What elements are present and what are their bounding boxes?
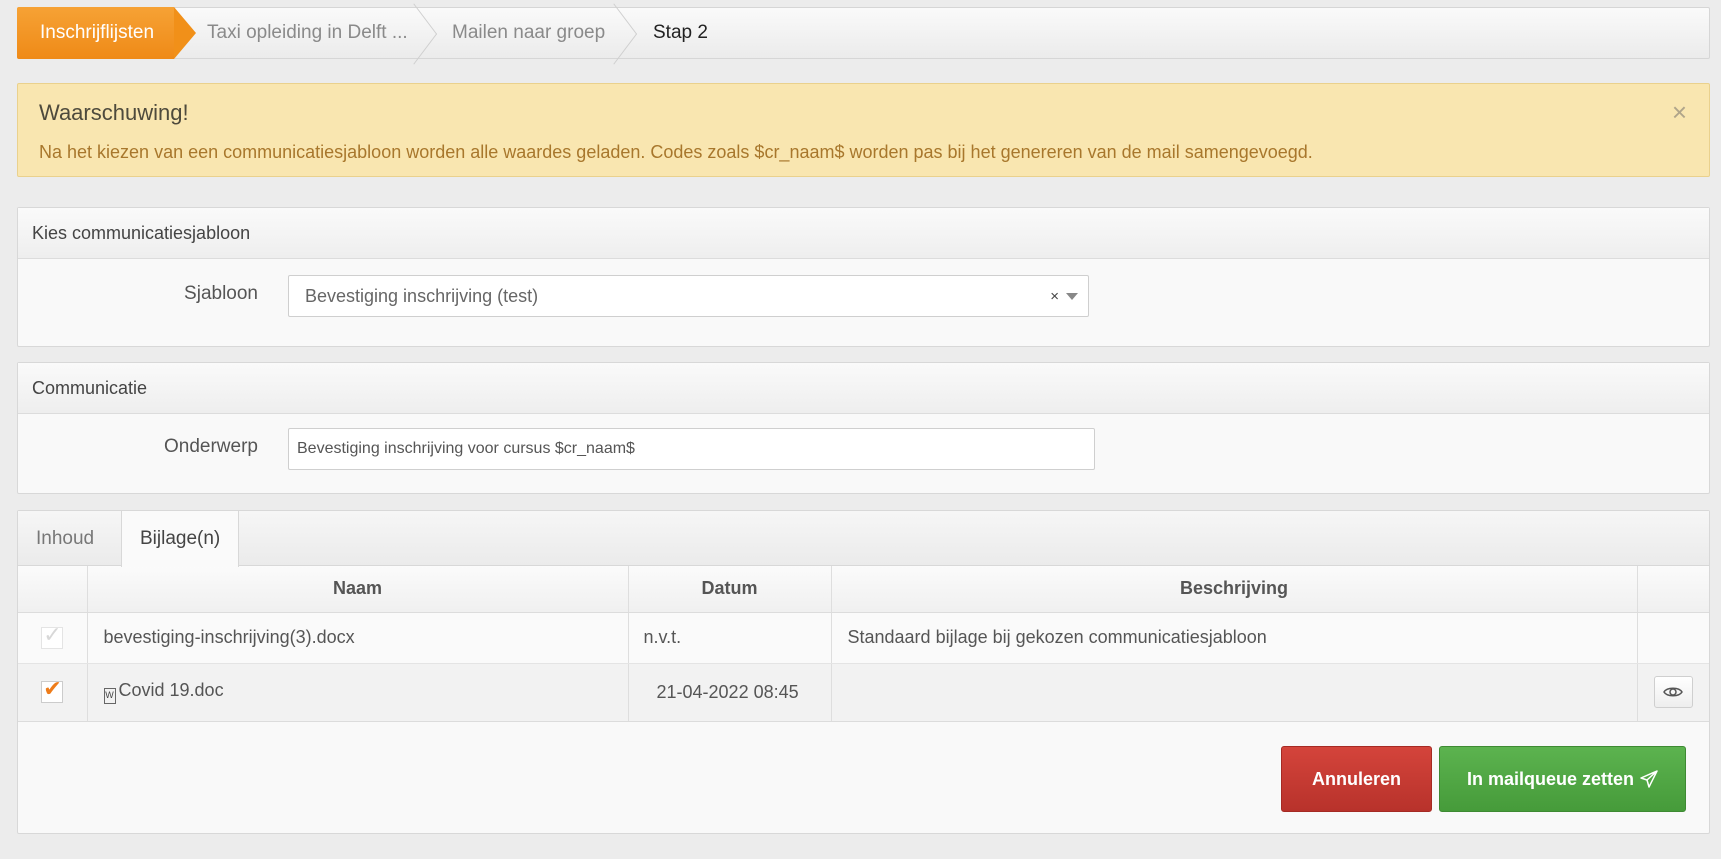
panel-title: Communicatie xyxy=(18,363,1709,414)
check-icon: ✔ xyxy=(43,676,62,702)
panel-title: Kies communicatiesjabloon xyxy=(18,208,1709,259)
attachments-table: Naam Datum Beschrijving ✓ bevestiging-in… xyxy=(18,566,1709,722)
paper-plane-icon xyxy=(1640,770,1658,788)
template-selected-value: Bevestiging inschrijving (test) xyxy=(305,285,539,306)
breadcrumb-label: Mailen naar groep xyxy=(452,22,606,43)
breadcrumb-label: Stap 2 xyxy=(653,22,708,43)
preview-button[interactable] xyxy=(1653,676,1693,708)
breadcrumb-label: Inschrijflijsten xyxy=(40,22,155,43)
communication-panel: Communicatie Onderwerp Bevestiging insch… xyxy=(17,362,1710,494)
tab-bijlagen[interactable]: Bijlage(n) xyxy=(121,511,239,567)
attachment-date: 21-04-2022 08:45 xyxy=(628,663,832,722)
add-to-mailqueue-button[interactable]: In mailqueue zetten xyxy=(1439,746,1686,812)
column-header-naam: Naam xyxy=(87,566,629,613)
warning-alert: Waarschuwing! Na het kiezen van een comm… xyxy=(17,83,1710,177)
close-icon[interactable]: × xyxy=(1672,99,1687,125)
cancel-button[interactable]: Annuleren xyxy=(1281,746,1432,812)
subject-value: Bevestiging inschrijving voor cursus $cr… xyxy=(297,440,635,457)
template-select[interactable]: Bevestiging inschrijving (test) × xyxy=(288,275,1089,317)
attachment-name: bevestiging-inschrijving(3).docx xyxy=(87,612,629,664)
tab-inhoud[interactable]: Inhoud xyxy=(18,511,121,567)
clear-icon[interactable]: × xyxy=(1050,288,1059,305)
attachment-checkbox: ✓ xyxy=(41,621,64,649)
cancel-label: Annuleren xyxy=(1311,768,1401,789)
attachment-name[interactable]: Covid 19.doc xyxy=(119,680,224,700)
table-row: ✔ W Covid 19.doc 21-04-2022 08:45 xyxy=(18,663,1709,722)
eye-icon xyxy=(1663,687,1683,697)
check-icon: ✓ xyxy=(43,621,62,647)
table-row: ✓ bevestiging-inschrijving(3).docx n.v.t… xyxy=(18,612,1709,664)
breadcrumb: Inschrijflijsten Taxi opleiding in Delft… xyxy=(17,7,1710,59)
alert-message: Na het kiezen van een communicatiesjablo… xyxy=(39,142,1313,162)
column-header-actions xyxy=(1637,566,1709,613)
breadcrumb-item-course[interactable]: Taxi opleiding in Delft ... xyxy=(174,8,419,58)
template-panel: Kies communicatiesjabloon Sjabloon Beves… xyxy=(17,207,1710,347)
breadcrumb-item-mail-group[interactable]: Mailen naar groep xyxy=(419,8,619,58)
queue-label: In mailqueue zetten xyxy=(1466,768,1635,789)
attachment-description xyxy=(831,663,1638,722)
subject-label: Onderwerp xyxy=(164,436,258,457)
breadcrumb-label: Taxi opleiding in Delft ... xyxy=(207,22,408,43)
tab-bar: Inhoud Bijlage(n) xyxy=(18,511,1709,567)
attachment-description: Standaard bijlage bij gekozen communicat… xyxy=(831,612,1638,664)
attachment-date: n.v.t. xyxy=(628,612,832,664)
subject-input[interactable]: Bevestiging inschrijving voor cursus $cr… xyxy=(288,428,1095,470)
attachment-checkbox[interactable]: ✔ xyxy=(41,676,64,704)
template-label: Sjabloon xyxy=(184,283,258,304)
column-header-datum: Datum xyxy=(628,566,832,613)
alert-title: Waarschuwing! xyxy=(39,100,189,125)
word-document-icon: W xyxy=(103,688,116,704)
column-header-select xyxy=(18,566,88,613)
chevron-down-icon[interactable] xyxy=(1066,293,1078,300)
breadcrumb-item-inschrijflijsten[interactable]: Inschrijflijsten xyxy=(17,7,196,59)
column-header-beschrijving: Beschrijving xyxy=(831,566,1638,613)
